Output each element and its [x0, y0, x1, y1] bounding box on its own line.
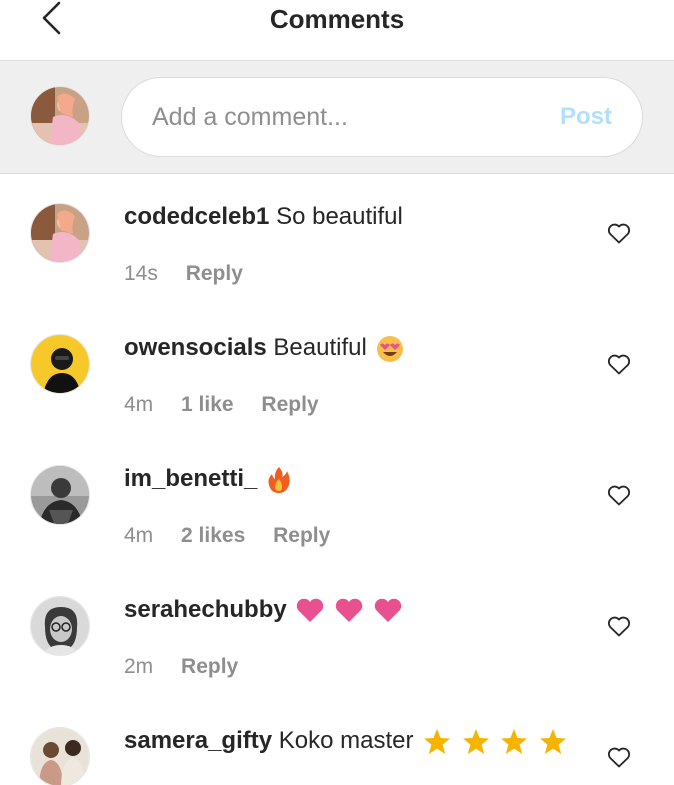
heart-outline-icon [607, 746, 631, 773]
comments-screen: Comments Post [0, 0, 674, 785]
comment-time: 4m [124, 524, 154, 547]
post-button[interactable]: Post [560, 103, 612, 131]
reply-button[interactable]: Reply [261, 393, 318, 416]
like-button[interactable] [602, 611, 636, 645]
comment-body: owensocials Beautiful [124, 331, 584, 366]
page-title: Comments [269, 4, 405, 34]
reply-button[interactable]: Reply [273, 524, 330, 547]
comment-item: codedceleb1 So beautiful 14s Reply [0, 174, 674, 305]
comment-body: im_benetti_ [124, 462, 584, 497]
comment-meta: 2m Reply [124, 655, 260, 679]
avatar[interactable] [30, 465, 90, 525]
star-emoji [422, 725, 452, 759]
likes-count[interactable]: 1 like [181, 393, 234, 416]
username[interactable]: serahechubby [124, 596, 287, 623]
comment-input[interactable] [152, 102, 550, 132]
comment-input-field[interactable]: Post [121, 77, 643, 157]
fire-emoji [266, 463, 292, 497]
likes-count[interactable]: 2 likes [181, 524, 245, 547]
star-emoji [499, 725, 529, 759]
pink-heart-emoji [334, 594, 364, 628]
heart-eyes-emoji [375, 332, 405, 366]
comment-item: serahechubby 2m Reply [0, 567, 674, 698]
pink-heart-emoji [373, 594, 403, 628]
comment-body: serahechubby [124, 593, 584, 628]
header-bar: Comments [0, 0, 674, 60]
heart-outline-icon [607, 484, 631, 511]
avatar[interactable] [30, 334, 90, 394]
like-button[interactable] [602, 480, 636, 514]
heart-outline-icon [607, 222, 631, 249]
avatar[interactable] [30, 596, 90, 656]
comment-composer: Post [0, 60, 674, 174]
star-emoji [538, 725, 568, 759]
like-button[interactable] [602, 742, 636, 776]
comment-meta: 4m 1 like Reply [124, 393, 341, 417]
current-user-avatar [30, 86, 90, 146]
avatar[interactable] [30, 727, 90, 785]
comment-text: So beautiful [276, 203, 403, 230]
comment-time: 4m [124, 393, 154, 416]
reply-button[interactable]: Reply [186, 262, 243, 285]
username[interactable]: codedceleb1 [124, 203, 269, 230]
comment-time: 2m [124, 655, 154, 678]
username[interactable]: im_benetti_ [124, 465, 257, 492]
comment-body: samera_gifty Koko master [124, 724, 584, 759]
like-button[interactable] [602, 218, 636, 252]
comment-item: samera_gifty Koko master [0, 698, 674, 785]
comment-time: 14s [124, 262, 158, 285]
comment-text: Koko master [278, 727, 414, 754]
username[interactable]: owensocials [124, 334, 267, 361]
star-emoji [461, 725, 491, 759]
heart-outline-icon [607, 353, 631, 380]
heart-outline-icon [607, 615, 631, 642]
reply-button[interactable]: Reply [181, 655, 238, 678]
avatar[interactable] [30, 203, 90, 263]
comment-item: im_benetti_ 4m 2 likes Reply [0, 436, 674, 567]
username[interactable]: samera_gifty [124, 727, 272, 754]
comment-meta: 4m 2 likes Reply [124, 524, 352, 548]
comment-body: codedceleb1 So beautiful [124, 200, 584, 234]
like-button[interactable] [602, 349, 636, 383]
comment-text: Beautiful [273, 334, 367, 361]
comment-item: owensocials Beautiful 4m 1 like Reply [0, 305, 674, 436]
pink-heart-emoji [295, 594, 325, 628]
comment-meta: 14s Reply [124, 262, 265, 286]
